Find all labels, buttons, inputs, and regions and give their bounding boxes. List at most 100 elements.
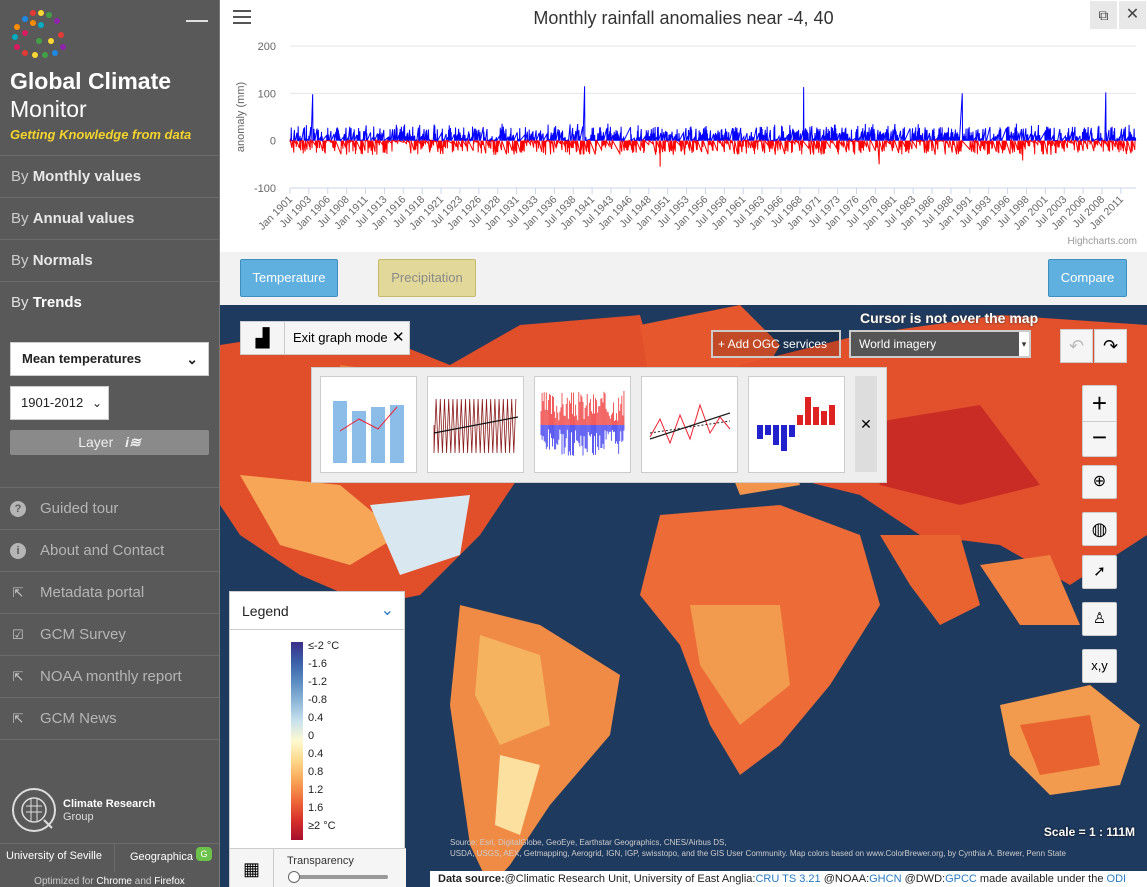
footer-divider: [114, 844, 115, 872]
y-axis-label: anomaly (mm): [235, 82, 247, 152]
logo-dot: [46, 12, 52, 18]
geographica-link[interactable]: Geographica: [130, 851, 193, 863]
link-metadata-portal[interactable]: ⇱ Metadata portal: [0, 571, 219, 613]
zoom-box-icon[interactable]: ⊕: [1082, 465, 1117, 499]
gpcc-link[interactable]: GPCC: [945, 873, 977, 885]
legend-label: 1.6: [308, 802, 324, 814]
logo-dot: [60, 44, 66, 50]
close-picker-icon[interactable]: ✕: [855, 376, 877, 472]
transparency-slider[interactable]: [292, 875, 388, 879]
exit-graph-mode-control[interactable]: ▟ Exit graph mode ✕: [240, 321, 410, 355]
chart-type-picker: ✕: [311, 367, 887, 483]
period-select[interactable]: 1901-2012 ⌄: [10, 386, 109, 420]
climate-research-logo[interactable]: [12, 788, 56, 832]
seasonal-line-thumbnail[interactable]: [427, 376, 524, 473]
zoom-in-icon[interactable]: +: [1083, 386, 1116, 422]
history-controls: ↶ ↷: [1060, 329, 1130, 367]
undo-icon[interactable]: ↶: [1060, 329, 1093, 363]
ghcn-link[interactable]: GHCN: [869, 873, 901, 885]
survey-icon: ☑: [12, 627, 24, 642]
cru-link[interactable]: CRU TS 3.21: [755, 873, 820, 885]
transparency-control: ▦ Transparency: [230, 848, 406, 887]
org-sub: Group: [63, 811, 94, 823]
negative-anomaly-series: [289, 138, 1136, 167]
app-root: Global Climate Monitor Getting Knowledge…: [0, 0, 1147, 887]
logo-dot: [22, 16, 28, 22]
logo-dot: [30, 10, 36, 16]
legend-label: 1.2: [308, 784, 324, 796]
popout-icon[interactable]: ⧉: [1090, 1, 1117, 29]
basemap-select[interactable]: World imagery ▾: [849, 330, 1031, 358]
logo-dot: [30, 20, 36, 26]
legend-label: 0: [308, 730, 315, 742]
globe-icon[interactable]: ◍: [1082, 512, 1117, 546]
grid-icon[interactable]: ▦: [230, 849, 274, 887]
chart-credits[interactable]: Highcharts.com: [1068, 236, 1137, 247]
external-link-icon: ⇱: [12, 711, 24, 726]
precipitation-button[interactable]: Precipitation: [378, 259, 476, 297]
link-gcm-survey[interactable]: ☑ GCM Survey: [0, 613, 219, 655]
collapse-sidebar-button[interactable]: [186, 20, 208, 22]
data-source-bar: Data source:@Climatic Research Unit, Uni…: [430, 871, 1147, 887]
temperature-button[interactable]: Temperature: [240, 259, 338, 297]
layer-button[interactable]: Layer i≋: [10, 430, 209, 455]
gcm-logo[interactable]: [8, 8, 68, 58]
external-link-icon: ⇱: [12, 669, 24, 684]
external-link-icon: ⇱: [12, 585, 24, 600]
logo-dot: [42, 52, 48, 58]
legend-label: -0.8: [308, 694, 327, 706]
bar-chart-icon: ▟: [241, 322, 285, 354]
trend-line-thumbnail[interactable]: [641, 376, 738, 473]
chevron-down-icon[interactable]: ⌄: [381, 592, 394, 630]
zoom-out-icon[interactable]: −: [1083, 422, 1116, 456]
nav-annual-values[interactable]: By Annual values: [0, 197, 219, 239]
cursor-status: Cursor is not over the map: [860, 310, 1039, 326]
legend-label: -1.6: [308, 658, 327, 670]
org-name: Climate Research: [63, 798, 156, 810]
app-tagline: Getting Knowledge from data: [10, 127, 192, 142]
zoom-controls: + −: [1082, 385, 1117, 457]
nav-trends[interactable]: By Trends: [0, 281, 219, 323]
station-icon[interactable]: ♙: [1082, 602, 1117, 636]
question-icon: ?: [10, 501, 26, 517]
close-chart-icon[interactable]: ✕: [1119, 1, 1146, 29]
y-tick-label: 200: [258, 41, 276, 53]
trend-line: [433, 416, 519, 434]
rainfall-anomaly-chart: 2001000-100anomaly (mm)Jan 1901Jul 1903J…: [235, 41, 1137, 233]
legend-labels: ≤-2 °C -1.6 -1.2 -0.8 0.4 0 0.4 0.8 1.2 1.6 ≥2 °C: [308, 640, 388, 840]
legend-header[interactable]: Legend ⌄: [230, 592, 404, 630]
logo-dot: [38, 22, 44, 28]
chart-button-row: Temperature Precipitation Compare: [220, 252, 1147, 305]
logo-dot: [14, 44, 20, 50]
bar-anomaly-thumbnail[interactable]: [748, 376, 845, 473]
link-noaa-report[interactable]: ⇱ NOAA monthly report: [0, 655, 219, 697]
anomaly-thumbnail[interactable]: [534, 376, 631, 473]
y-tick-label: 100: [258, 88, 276, 100]
y-tick-label: -100: [254, 183, 276, 195]
bar-line-chart-thumbnail[interactable]: [320, 376, 417, 473]
xy-coordinates-icon[interactable]: x,y: [1082, 649, 1117, 683]
slider-handle[interactable]: [288, 871, 300, 883]
sidebar: Global Climate Monitor Getting Knowledge…: [0, 0, 220, 887]
map-view[interactable]: ▟ Exit graph mode ✕ Cursor is not over t…: [220, 305, 1147, 887]
identify-cursor-icon[interactable]: ➚: [1082, 555, 1117, 589]
link-guided-tour[interactable]: ? Guided tour: [0, 487, 219, 529]
redo-icon[interactable]: ↷: [1094, 329, 1127, 363]
close-icon[interactable]: ✕: [392, 328, 405, 346]
link-about-contact[interactable]: i About and Contact: [0, 529, 219, 571]
footer-partners: University of Seville Geographica G: [0, 843, 219, 872]
legend-label: 0.4: [308, 712, 324, 724]
add-ogc-services-button[interactable]: + Add OGC services: [711, 330, 841, 358]
nav-monthly-values[interactable]: By Monthly values: [0, 155, 219, 197]
logo-dot: [14, 24, 20, 30]
university-link[interactable]: University of Seville: [6, 850, 102, 862]
compare-button[interactable]: Compare: [1048, 259, 1127, 297]
link-gcm-news[interactable]: ⇱ GCM News: [0, 697, 219, 740]
logo-dot: [58, 32, 64, 38]
variable-select[interactable]: Mean temperatures ⌄: [10, 342, 209, 376]
chevron-down-icon: ⌄: [186, 351, 198, 367]
y-tick-label: 0: [270, 136, 276, 148]
odi-link[interactable]: ODI: [1107, 873, 1127, 885]
nav-normals[interactable]: By Normals: [0, 239, 219, 281]
app-subtitle: Monitor: [10, 96, 87, 122]
